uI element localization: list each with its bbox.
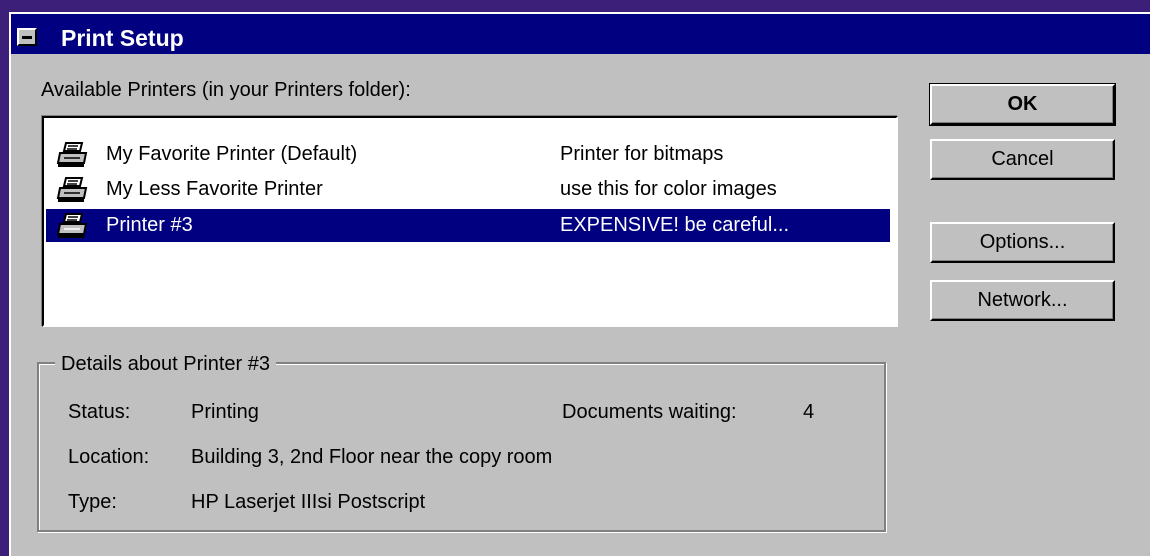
type-value: HP Laserjet IIIsi Postscript [191, 491, 426, 513]
cancel-button[interactable]: Cancel [930, 139, 1115, 180]
printer-name: My Favorite Printer (Default) [106, 143, 358, 165]
type-label: Type: [68, 491, 117, 513]
printer-name: My Less Favorite Printer [106, 178, 323, 200]
printer-description: Printer for bitmaps [560, 143, 724, 165]
printer-list-item-selected[interactable]: Printer #3 EXPENSIVE! be careful... [46, 209, 890, 242]
location-value: Building 3, 2nd Floor near the copy room [191, 446, 553, 468]
location-label: Location: [68, 446, 150, 468]
printer-list-item[interactable]: My Favorite Printer (Default) Printer fo… [46, 138, 890, 171]
printers-label: Available Printers (in your Printers fol… [41, 79, 411, 101]
printer-name: Printer #3 [106, 214, 193, 236]
options-button[interactable]: Options... [930, 222, 1115, 263]
print-setup-dialog: Print Setup Available Printers (in your … [9, 12, 1150, 556]
documents-waiting-value: 4 [803, 401, 815, 423]
window-title: Print Setup [61, 25, 184, 51]
details-legend: Details about Printer #3 [55, 352, 277, 376]
printer-list[interactable]: My Favorite Printer (Default) Printer fo… [42, 116, 898, 327]
ok-button[interactable]: OK [929, 83, 1116, 126]
printer-icon [56, 177, 88, 202]
desktop-background: Print Setup Available Printers (in your … [0, 0, 1150, 556]
printer-description: use this for color images [560, 178, 777, 200]
status-label: Status: [68, 401, 131, 423]
network-button[interactable]: Network... [930, 280, 1115, 321]
documents-waiting-label: Documents waiting: [562, 401, 737, 423]
printer-list-item[interactable]: My Less Favorite Printer use this for co… [46, 173, 890, 206]
printer-description: EXPENSIVE! be careful... [560, 214, 789, 236]
title-bar[interactable]: Print Setup [11, 14, 1150, 54]
system-menu-icon[interactable] [17, 28, 37, 46]
printer-icon [56, 142, 88, 167]
status-value: Printing [191, 401, 259, 423]
printer-icon [56, 213, 88, 238]
